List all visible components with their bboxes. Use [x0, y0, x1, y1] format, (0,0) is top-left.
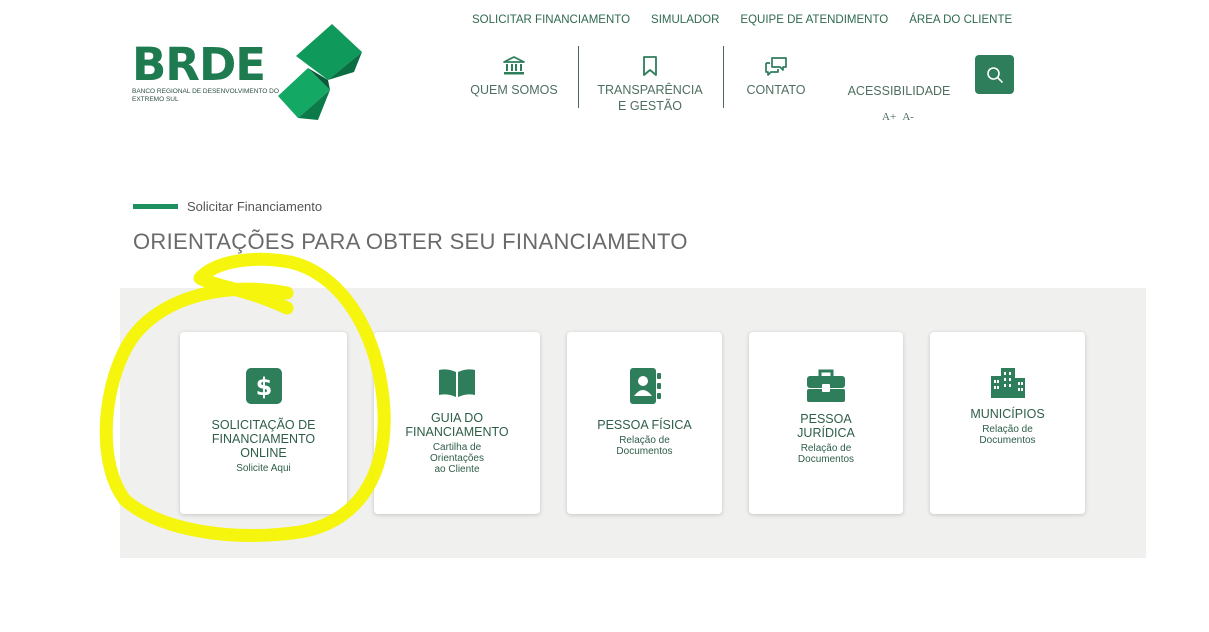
search-icon: [986, 66, 1003, 83]
font-decrease-button[interactable]: A-: [902, 111, 914, 123]
svg-text:$: $: [255, 373, 272, 401]
card-subtitle-line: Cartilha de: [432, 442, 482, 453]
nav-quem-somos[interactable]: QUEM SOMOS: [470, 56, 558, 98]
nav-transparencia-label-2: E GESTÃO: [618, 99, 682, 113]
card-municipios[interactable]: MUNICÍPIOS Relação de Documentos: [930, 332, 1085, 514]
card-subtitle-line: Orientações: [430, 453, 484, 464]
logo-wordmark: BRDE: [132, 38, 266, 91]
top-nav: SOLICITAR FINANCIAMENTO SIMULADOR EQUIPE…: [472, 13, 1012, 27]
top-nav-solicitar-financiamento[interactable]: SOLICITAR FINANCIAMENTO: [472, 13, 630, 27]
nav-separator: [578, 46, 579, 108]
nav-transparencia-label-1: TRANSPARÊNCIA: [597, 83, 703, 97]
card-subtitle-line: Relação de: [800, 443, 852, 454]
breadcrumb: Solicitar Financiamento: [133, 199, 322, 214]
card-title-line: FINANCIAMENTO: [211, 432, 316, 446]
card-subtitle-line: Documentos: [616, 446, 673, 457]
card-guia-do-financiamento[interactable]: GUIA DO FINANCIAMENTO Cartilha de Orient…: [374, 332, 540, 514]
card-title-line: GUIA DO: [430, 411, 484, 425]
top-nav-equipe-de-atendimento[interactable]: EQUIPE DE ATENDIMENTO: [740, 13, 888, 27]
card-title-line: JURÍDICA: [797, 426, 855, 440]
card-pessoa-fisica[interactable]: PESSOA FÍSICA Relação de Documentos: [567, 332, 722, 514]
card-title-line: PESSOA: [800, 412, 852, 426]
nav-contato[interactable]: CONTATO: [738, 56, 814, 98]
card-subtitle-line: Documentos: [979, 435, 1036, 446]
top-nav-area-do-cliente[interactable]: ÁREA DO CLIENTE: [909, 13, 1012, 27]
chat-bubbles-icon: [765, 57, 787, 76]
nav-transparencia[interactable]: TRANSPARÊNCIA E GESTÃO: [592, 56, 708, 114]
brde-logo[interactable]: BRDE BANCO REGIONAL DE DESENVOLVIMENTO D…: [132, 24, 362, 120]
card-subtitle-line: ao Cliente: [434, 464, 480, 475]
nav-acessibilidade-label: ACESSIBILIDADE: [847, 84, 951, 98]
dollar-icon: $: [245, 368, 282, 404]
briefcase-icon: [807, 369, 845, 402]
card-title-line: PESSOA FÍSICA: [597, 418, 692, 432]
top-nav-simulador[interactable]: SIMULADOR: [651, 13, 719, 27]
search-button[interactable]: [975, 55, 1014, 94]
logo-mark-icon: [278, 24, 362, 120]
nav-contato-label: CONTATO: [746, 83, 806, 97]
card-title-line: MUNICÍPIOS: [970, 407, 1045, 421]
font-increase-button[interactable]: A+: [882, 111, 896, 123]
nav-acessibilidade[interactable]: ACESSIBILIDADE: [840, 83, 958, 99]
page-title: ORIENTAÇÕES PARA OBTER SEU FINANCIAMENTO: [133, 229, 688, 254]
bookmark-icon: [643, 56, 657, 76]
card-subtitle-line: Relação de: [619, 435, 670, 446]
card-title-line: ONLINE: [240, 446, 287, 460]
nav-separator: [723, 46, 724, 108]
breadcrumb-accent-bar: [133, 204, 178, 209]
card-subtitle-line: Relação de: [982, 424, 1033, 435]
card-subtitle-line: Solicite Aqui: [236, 463, 291, 474]
card-pessoa-juridica[interactable]: PESSOA JURÍDICA Relação de Documentos: [749, 332, 903, 514]
breadcrumb-current: Solicitar Financiamento: [187, 199, 323, 214]
card-solicitacao-online[interactable]: $ SOLICITAÇÃO DE FINANCIAMENTO ONLINE So…: [180, 332, 347, 514]
font-size-controls: A+ A-: [882, 111, 918, 123]
card-title-line: FINANCIAMENTO: [405, 425, 509, 439]
card-title-line: SOLICITAÇÃO DE: [211, 418, 316, 432]
open-book-icon: [439, 369, 475, 397]
card-subtitle-line: Documentos: [797, 454, 855, 465]
nav-quem-somos-label: QUEM SOMOS: [470, 83, 558, 97]
logo-subtitle: BANCO REGIONAL DE DESENVOLVIMENTO DO EXT…: [132, 88, 279, 103]
city-buildings-icon: [990, 368, 1025, 398]
address-book-icon: [629, 368, 661, 404]
bank-icon: [503, 56, 525, 75]
